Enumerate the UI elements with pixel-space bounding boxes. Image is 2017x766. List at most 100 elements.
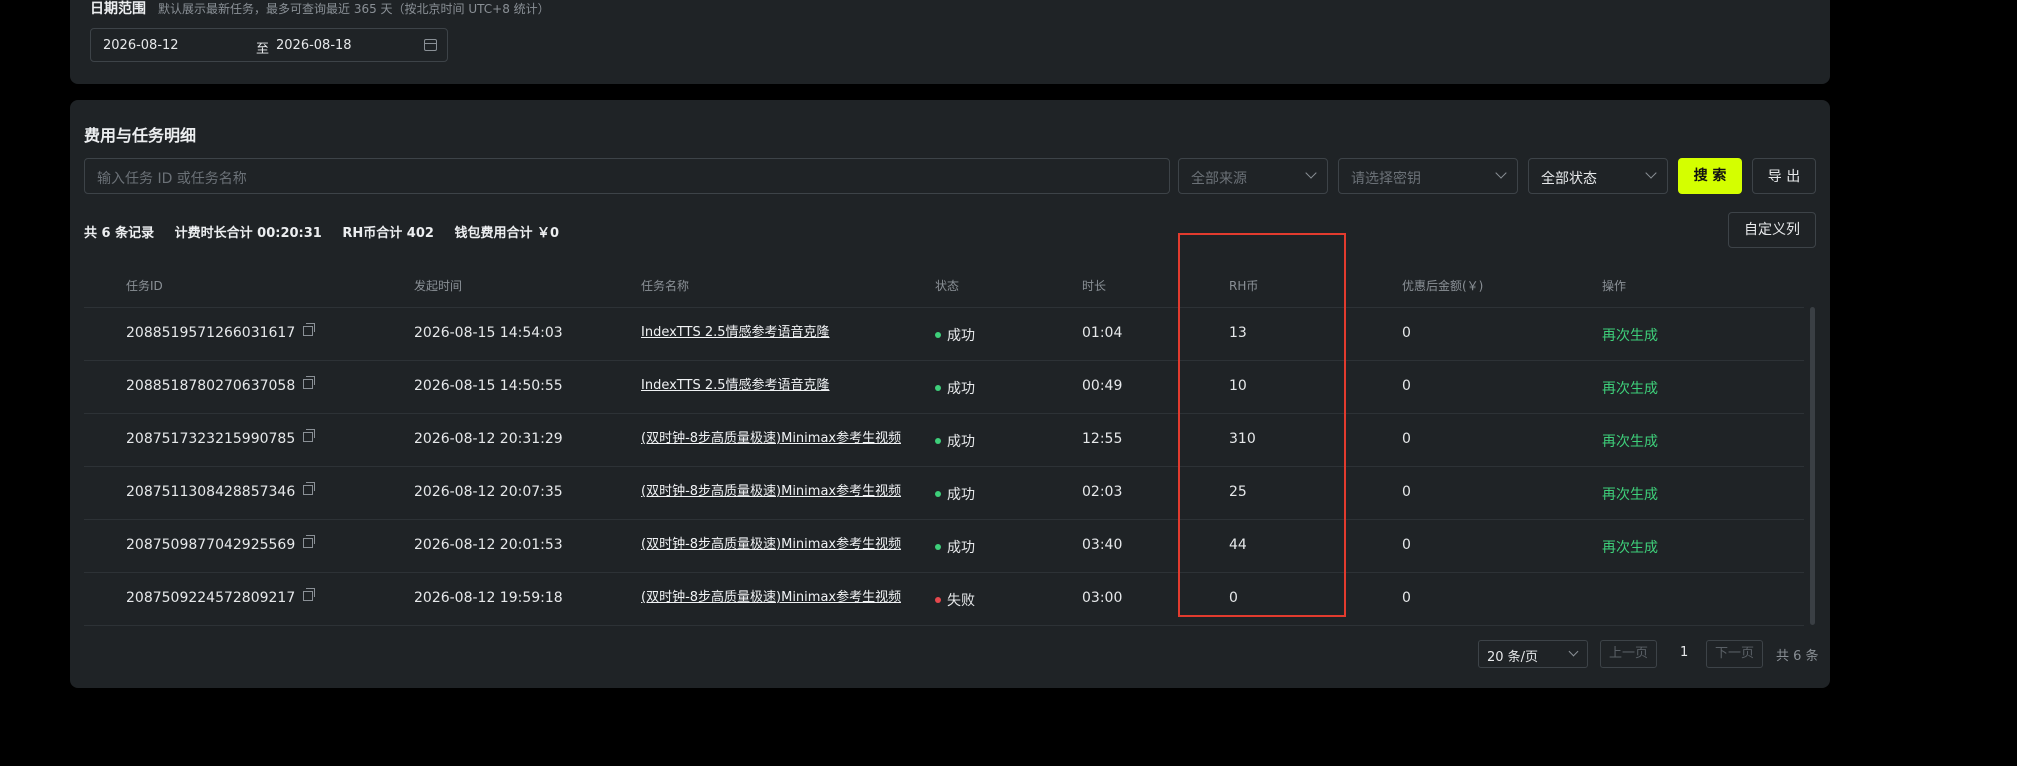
task-id: 2087511308428857346	[126, 482, 316, 500]
task-name-link[interactable]: (双时钟-8步高质量极速)Minimax参考生视频	[641, 427, 901, 446]
task-id-text: 2087509877042925569	[126, 537, 296, 553]
task-name-cell: (双时钟-8步高质量极速)Minimax参考生视频	[641, 484, 901, 500]
status-cell: 失败	[935, 590, 975, 610]
status-cell: 成功	[935, 378, 975, 398]
col-start-time: 发起时间	[414, 279, 463, 293]
rh-total: RH币合计 402	[342, 226, 434, 241]
task-name-cell: IndexTTS 2.5情感参考语音克隆	[641, 378, 830, 394]
table-row: 2087517323215990785 2026-08-12 20:31:29 (双…	[84, 413, 1804, 467]
status-cell: 成功	[935, 325, 975, 345]
table-row: 2088518780270637058 2026-08-15 14:50:55 In…	[84, 360, 1804, 414]
search-input[interactable]: 输入任务 ID 或任务名称	[84, 158, 1170, 194]
status-dot-icon	[935, 438, 941, 444]
col-task-id: 任务ID	[126, 279, 163, 293]
task-name-cell: (双时钟-8步高质量极速)Minimax参考生视频	[641, 590, 901, 606]
copy-icon[interactable]	[303, 482, 316, 495]
key-select[interactable]: 请选择密钥	[1338, 158, 1518, 194]
task-name-link[interactable]: (双时钟-8步高质量极速)Minimax参考生视频	[641, 586, 901, 605]
duration: 02:03	[1082, 484, 1123, 500]
section-title: 费用与任务明细	[84, 126, 197, 145]
status-dot-icon	[935, 332, 941, 338]
task-id-text: 2087517323215990785	[126, 431, 296, 447]
regenerate-button[interactable]: 再次生成	[1602, 378, 1658, 398]
task-id: 2087509877042925569	[126, 535, 316, 553]
task-name-cell: (双时钟-8步高质量极速)Minimax参考生视频	[641, 431, 901, 447]
status-dot-icon	[935, 491, 941, 497]
end-date[interactable]: 2026-08-18	[276, 38, 352, 53]
copy-icon[interactable]	[303, 535, 316, 548]
discounted-amount: 0	[1402, 484, 1411, 500]
status-text: 成功	[947, 487, 975, 503]
task-name-link[interactable]: (双时钟-8步高质量极速)Minimax参考生视频	[641, 480, 901, 499]
start-date[interactable]: 2026-08-12	[103, 38, 179, 53]
task-details-panel: 费用与任务明细 输入任务 ID 或任务名称 全部来源 请选择密钥 全部状态 搜 …	[70, 100, 1830, 688]
col-duration: 时长	[1082, 279, 1107, 293]
wallet-total: 钱包费用合计 ￥0	[454, 226, 560, 241]
start-time: 2026-08-12 19:59:18	[414, 590, 563, 606]
duration: 03:00	[1082, 590, 1123, 606]
task-name-link[interactable]: IndexTTS 2.5情感参考语音克隆	[641, 321, 830, 340]
page-size-select[interactable]: 20 条/页	[1478, 640, 1588, 668]
discounted-amount: 0	[1402, 378, 1411, 394]
task-id: 2088519571266031617	[126, 323, 316, 341]
table-row: 2088519571266031617 2026-08-15 14:54:03 In…	[84, 307, 1804, 361]
copy-icon[interactable]	[303, 429, 316, 442]
date-range-picker[interactable]: 2026-08-12 至 2026-08-18	[90, 28, 448, 62]
discounted-amount: 0	[1402, 431, 1411, 447]
regenerate-button[interactable]: 再次生成	[1602, 431, 1658, 451]
source-select[interactable]: 全部来源	[1178, 158, 1328, 194]
search-button-label: 搜 索	[1693, 168, 1727, 184]
status-dot-icon	[935, 544, 941, 550]
task-name-cell: (双时钟-8步高质量极速)Minimax参考生视频	[641, 537, 901, 553]
task-name-link[interactable]: IndexTTS 2.5情感参考语音克隆	[641, 374, 830, 393]
search-button[interactable]: 搜 索	[1678, 158, 1742, 194]
duration: 12:55	[1082, 431, 1123, 447]
regenerate-button[interactable]: 再次生成	[1602, 537, 1658, 557]
discounted-amount: 0	[1402, 590, 1411, 606]
export-button[interactable]: 导 出	[1752, 158, 1816, 194]
search-placeholder: 输入任务 ID 或任务名称	[97, 171, 247, 187]
summary-bar: 共 6 条记录 计费时长合计 00:20:31 RH币合计 402 钱包费用合计…	[84, 222, 575, 241]
start-time: 2026-08-15 14:50:55	[414, 378, 563, 394]
date-filter-title: 日期范围	[90, 1, 146, 17]
prev-page-button[interactable]: 上一页	[1600, 640, 1658, 668]
copy-icon[interactable]	[303, 376, 316, 389]
export-button-label: 导 出	[1767, 169, 1801, 185]
status-cell: 成功	[935, 484, 975, 504]
start-time: 2026-08-12 20:01:53	[414, 537, 563, 553]
table-scrollbar[interactable]	[1810, 307, 1815, 625]
table-row: 2087511308428857346 2026-08-12 20:07:35 (双…	[84, 466, 1804, 520]
next-page-button[interactable]: 下一页	[1706, 640, 1764, 668]
status-select[interactable]: 全部状态	[1528, 158, 1668, 194]
task-name-link[interactable]: (双时钟-8步高质量极速)Minimax参考生视频	[641, 533, 901, 552]
table-row: 2087509224572809217 2026-08-12 19:59:18 (双…	[84, 572, 1804, 626]
table-header: 任务ID 发起时间 任务名称 状态 时长 RH币 优惠后金额(￥) 操作	[84, 263, 1804, 308]
discounted-amount: 0	[1402, 537, 1411, 553]
regenerate-button[interactable]: 再次生成	[1602, 325, 1658, 345]
date-separator: 至	[256, 42, 270, 57]
record-count: 共 6 条记录	[84, 226, 155, 241]
status-select-value: 全部状态	[1541, 171, 1597, 187]
duration: 00:49	[1082, 378, 1123, 394]
calendar-icon[interactable]	[424, 39, 437, 51]
status-text: 成功	[947, 381, 975, 397]
status-dot-icon	[935, 385, 941, 391]
chevron-down-icon	[1305, 167, 1317, 179]
copy-icon[interactable]	[303, 588, 316, 601]
task-name-cell: IndexTTS 2.5情感参考语音克隆	[641, 325, 830, 341]
custom-columns-button[interactable]: 自定义列	[1728, 212, 1816, 248]
copy-icon[interactable]	[303, 323, 316, 336]
status-text: 成功	[947, 328, 975, 344]
current-page[interactable]: 1	[1680, 645, 1688, 660]
regenerate-button[interactable]: 再次生成	[1602, 484, 1658, 504]
discounted-amount: 0	[1402, 325, 1411, 341]
status-text: 成功	[947, 540, 975, 556]
chevron-down-icon	[1495, 167, 1507, 179]
chevron-down-icon	[1645, 167, 1657, 179]
start-time: 2026-08-15 14:54:03	[414, 325, 563, 341]
date-filter-panel: 日期范围 默认展示最新任务，最多可查询最近 365 天（按北京时间 UTC+8 …	[70, 0, 1830, 84]
start-time: 2026-08-12 20:07:35	[414, 484, 563, 500]
task-id-text: 2087509224572809217	[126, 590, 296, 606]
col-amount: 优惠后金额(￥)	[1402, 279, 1484, 293]
col-status: 状态	[935, 279, 960, 293]
